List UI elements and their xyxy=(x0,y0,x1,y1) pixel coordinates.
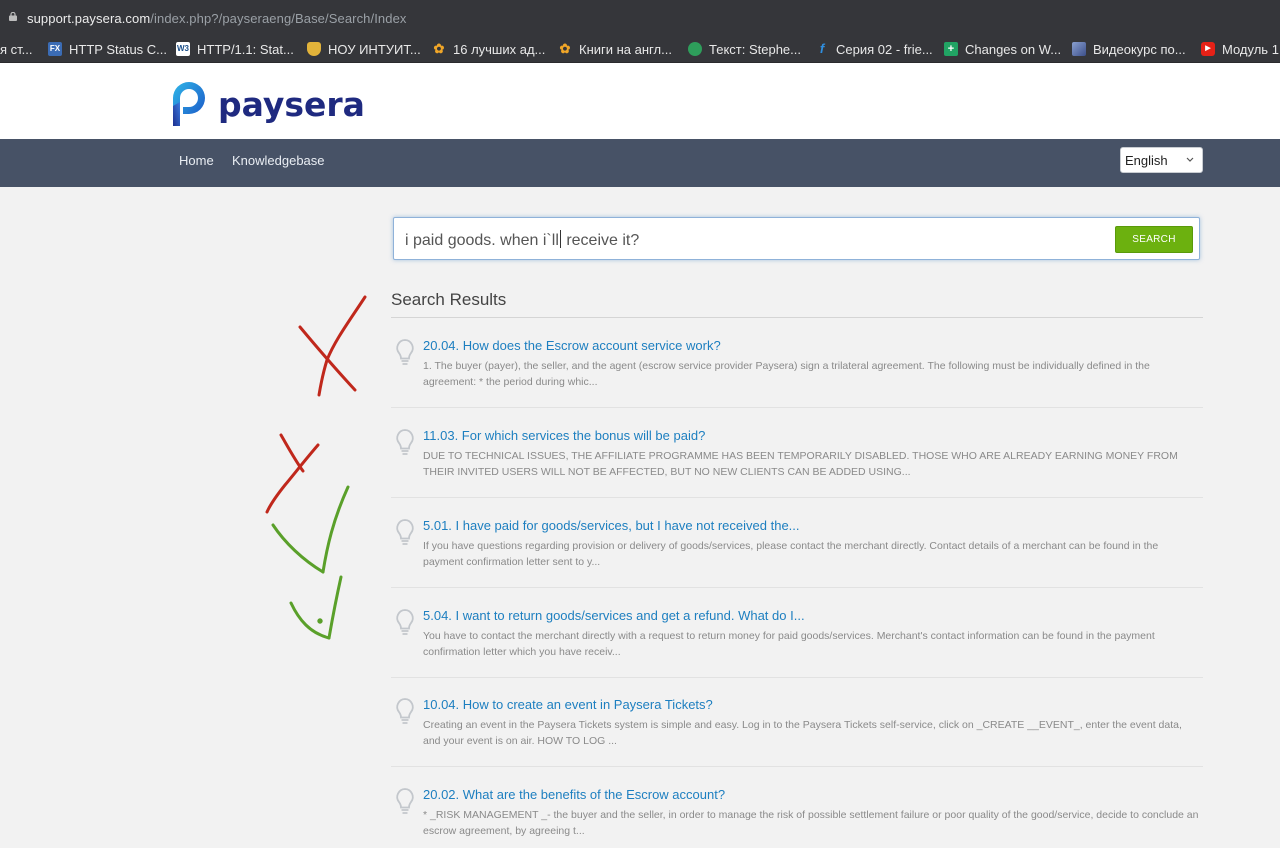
main-navbar: Home Knowledgebase English xyxy=(0,139,1280,187)
result-title-link[interactable]: 10.04. How to create an event in Paysera… xyxy=(423,697,713,712)
bookmark-item[interactable]: Видеокурс по... xyxy=(1072,40,1186,58)
bookmark-label: HTTP/1.1: Stat... xyxy=(197,41,294,57)
nav-home-link[interactable]: Home xyxy=(179,153,214,168)
lightbulb-icon xyxy=(396,429,414,455)
search-result-item: 20.02. What are the benefits of the Escr… xyxy=(391,767,1203,848)
youtube-icon: ▶ xyxy=(1201,42,1215,56)
w3-icon: W3 xyxy=(176,42,190,56)
url-host: support.paysera.com xyxy=(27,11,151,26)
lightbulb-icon xyxy=(396,609,414,635)
bookmark-item[interactable]: НОУ ИНТУИТ... xyxy=(307,40,421,58)
yandex-paw-icon: ✿ xyxy=(432,41,446,56)
result-title-link[interactable]: 5.04. I want to return goods/services an… xyxy=(423,608,805,623)
nav-knowledgebase-link[interactable]: Knowledgebase xyxy=(232,153,325,168)
result-snippet: DUE TO TECHNICAL ISSUES, THE AFFILIATE P… xyxy=(423,450,1178,478)
fx-icon: FX xyxy=(48,42,62,56)
green-check-mark xyxy=(289,575,343,640)
red-cross-mark xyxy=(265,433,320,514)
result-snippet: Creating an event in the Paysera Tickets… xyxy=(423,719,1182,747)
bookmark-label: Серия 02 - frie... xyxy=(836,41,933,57)
lock-icon xyxy=(9,12,17,21)
logo-text: paysera xyxy=(218,85,365,124)
result-title-link[interactable]: 20.02. What are the benefits of the Escr… xyxy=(423,787,725,802)
intuit-icon xyxy=(307,42,321,56)
url-path: /index.php?/payseraeng/Base/Search/Index xyxy=(150,11,407,26)
result-title-link[interactable]: 11.03. For which services the bonus will… xyxy=(423,428,705,443)
bookmark-item[interactable]: ✿ 16 лучших ад... xyxy=(432,40,545,58)
lightbulb-icon xyxy=(396,339,414,365)
search-result-item: 5.01. I have paid for goods/services, bu… xyxy=(391,498,1203,588)
image-icon xyxy=(1072,42,1086,56)
search-query-text-rest: receive it? xyxy=(561,232,640,249)
f-icon: f xyxy=(815,42,829,56)
result-title-link[interactable]: 5.01. I have paid for goods/services, bu… xyxy=(423,518,800,533)
lightbulb-icon xyxy=(396,788,414,814)
result-title-link[interactable]: 20.04. How does the Escrow account servi… xyxy=(423,338,721,353)
lightbulb-icon xyxy=(396,519,414,545)
search-results-heading: Search Results xyxy=(391,290,507,309)
search-box: i paid goods. when i`ll receive it? SEAR… xyxy=(393,217,1200,260)
language-select-value: English xyxy=(1125,153,1168,168)
result-snippet: 1. The buyer (payer), the seller, and th… xyxy=(423,360,1150,388)
search-input[interactable]: i paid goods. when i`ll receive it? xyxy=(405,230,639,250)
bookmark-item[interactable]: FX HTTP Status C... xyxy=(48,40,167,58)
bookmark-label: Changes on W... xyxy=(965,41,1062,57)
bookmarks-bar: я ст... FX HTTP Status C... W3 HTTP/1.1: S… xyxy=(0,34,1280,63)
search-button[interactable]: SEARCH xyxy=(1115,226,1193,253)
green-globe-icon xyxy=(688,42,702,56)
bookmark-label: HTTP Status C... xyxy=(69,41,168,57)
bookmark-item[interactable]: я ст... xyxy=(0,40,33,58)
search-result-item: 10.04. How to create an event in Paysera… xyxy=(391,677,1203,767)
green-check-mark xyxy=(271,485,350,574)
result-snippet: * _RISK MANAGEMENT _- the buyer and the … xyxy=(423,809,1199,837)
search-result-item: 11.03. For which services the bonus will… xyxy=(391,408,1203,498)
bookmark-item[interactable]: W3 HTTP/1.1: Stat... xyxy=(176,40,294,58)
bookmark-label: Модуль 1 xyxy=(1222,41,1279,57)
site-header: paysera xyxy=(0,63,1280,139)
bookmark-item[interactable]: ▶ Модуль 1 xyxy=(1201,40,1279,58)
language-select[interactable]: English xyxy=(1120,147,1203,173)
bookmark-item[interactable]: f Серия 02 - frie... xyxy=(815,40,933,58)
result-snippet: If you have questions regarding provisio… xyxy=(423,540,1159,568)
chevron-down-icon xyxy=(1186,157,1194,162)
bookmark-label: Видеокурс по... xyxy=(1093,41,1186,57)
bookmark-item[interactable]: ✿ Книги на англ... xyxy=(558,40,672,58)
hand-drawn-annotations xyxy=(265,295,367,640)
result-snippet: You have to contact the merchant directl… xyxy=(423,630,1155,658)
browser-address-bar[interactable]: support.paysera.com/index.php?/payseraen… xyxy=(0,0,1280,34)
paysera-logo[interactable]: paysera xyxy=(170,80,380,128)
yandex-paw-icon: ✿ xyxy=(558,41,572,56)
search-query-text: i paid goods. when i`ll xyxy=(405,232,559,249)
search-result-item: 5.04. I want to return goods/services an… xyxy=(391,588,1203,678)
bookmark-label: Книги на англ... xyxy=(579,41,672,57)
url-text[interactable]: support.paysera.com/index.php?/payseraen… xyxy=(27,11,407,26)
bookmark-label: я ст... xyxy=(0,41,33,57)
red-cross-mark xyxy=(298,295,367,397)
lightbulb-icon xyxy=(396,698,414,724)
sheets-icon: + xyxy=(944,42,958,56)
text-caret xyxy=(559,230,561,248)
bookmark-item[interactable]: + Changes on W... xyxy=(944,40,1061,58)
bookmark-item[interactable]: Текст: Stephe... xyxy=(688,40,801,58)
bookmark-label: Текст: Stephe... xyxy=(709,41,801,57)
bookmark-label: НОУ ИНТУИТ... xyxy=(328,41,421,57)
search-result-item: 20.04. How does the Escrow account servi… xyxy=(391,318,1203,408)
bookmark-label: 16 лучших ад... xyxy=(453,41,546,57)
